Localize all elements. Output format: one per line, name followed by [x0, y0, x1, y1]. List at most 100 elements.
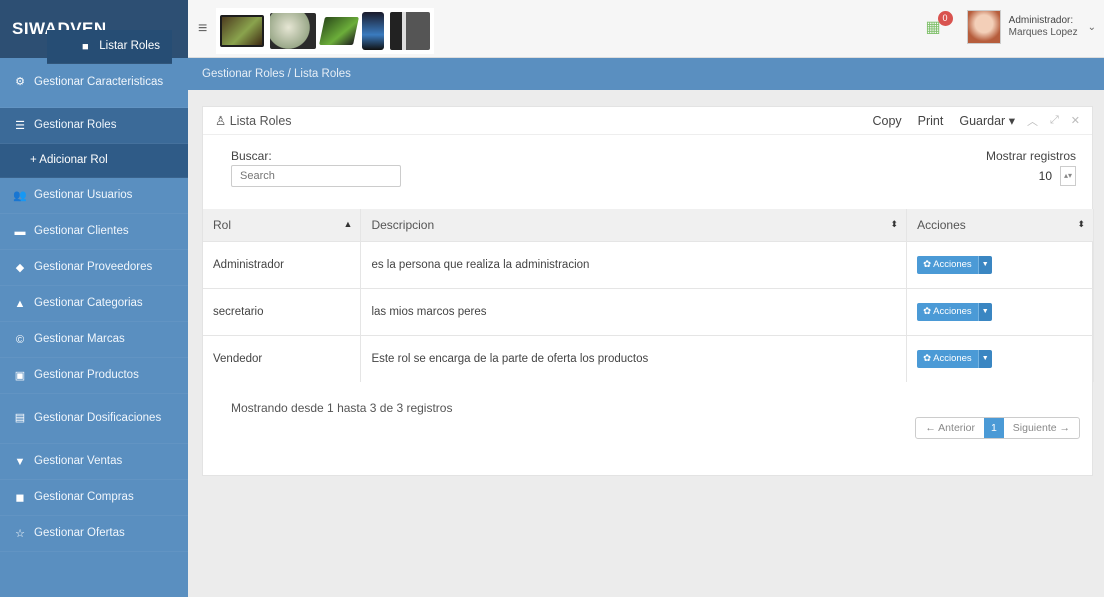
- column-header-descripcion[interactable]: Descripcion ⬍: [360, 209, 908, 241]
- user-menu[interactable]: Administrador: Marques Lopez: [1009, 15, 1078, 39]
- caret-down-icon[interactable]: ▼: [977, 255, 992, 274]
- sort-asc-icon: ▲: [343, 219, 353, 229]
- table-icon: ☰: [15, 120, 25, 132]
- group-icon: ◆: [15, 262, 25, 274]
- expand-icon[interactable]: ⤢: [1050, 114, 1059, 127]
- copy-button[interactable]: Copy: [872, 114, 901, 128]
- pagination-page-current[interactable]: 1: [983, 418, 1004, 438]
- sidebar-item-label: Gestionar Clientes: [34, 224, 129, 237]
- column-header-label: Acciones: [917, 217, 966, 232]
- users-icon: 👥: [13, 190, 27, 202]
- sidebar-item-ventas[interactable]: ▼ Gestionar Ventas: [0, 444, 188, 480]
- actions-button[interactable]: ✿ Acciones: [917, 302, 978, 321]
- page-size-label: Mostrar registros: [985, 149, 1076, 163]
- table-row: secretario las mios marcos peres ✿ Accio…: [203, 288, 1094, 335]
- sidebar-item-label: Gestionar Productos: [34, 368, 139, 381]
- sidebar-item-marcas[interactable]: © Gestionar Marcas: [0, 322, 188, 358]
- actions-button[interactable]: ✿ Acciones: [917, 349, 978, 368]
- table-filters: Buscar: Mostrar registros 10 ▴▾: [203, 135, 1092, 199]
- product-banner: [216, 8, 434, 54]
- product-thumbnail: [270, 13, 316, 49]
- image-icon: ▣: [14, 370, 26, 382]
- search-input[interactable]: [231, 165, 401, 187]
- product-thumbnail: [220, 15, 264, 47]
- sidebar-item-compras[interactable]: ◼ Gestionar Compras: [0, 480, 188, 516]
- top-header: ≡ ▦ 0 Administrador: Marques Lopez ⌄: [188, 0, 1104, 58]
- roles-table: Rol ▲ Descripcion ⬍ Acciones ⬍ Administrado…: [203, 209, 1094, 382]
- gears-icon: ⚙: [15, 76, 25, 89]
- actions-button-group: ✿ Acciones ▼: [917, 349, 992, 368]
- actions-button[interactable]: ✿ Acciones: [917, 255, 978, 274]
- user-icon: ♙: [215, 114, 230, 128]
- sidebar-item-adicionar-rol[interactable]: + Adicionar Rol: [0, 144, 188, 178]
- sidebar-item-caracteristicas[interactable]: ⚙ Gestionar Caracteristicas: [0, 58, 188, 108]
- sidebar-item-label: Gestionar Caracteristicas: [34, 76, 164, 89]
- cell-acciones: ✿ Acciones ▼: [906, 241, 1094, 288]
- product-thumbnail: [390, 12, 430, 50]
- column-header-rol[interactable]: Rol ▲: [203, 209, 362, 241]
- save-dropdown-button[interactable]: Guardar ▾: [959, 113, 1015, 128]
- search-label: Buscar:: [231, 149, 272, 163]
- product-thumbnail: [319, 17, 359, 45]
- cell-acciones: ✿ Acciones ▼: [906, 288, 1094, 335]
- sidebar-item-label: Gestionar Categorias: [34, 296, 143, 309]
- table-row: Administrador es la persona que realiza …: [203, 241, 1094, 288]
- sort-icon: ⬍: [1077, 219, 1085, 229]
- pagination-prev[interactable]: ← Anterior: [916, 418, 984, 438]
- sidebar-item-roles[interactable]: ☰ Gestionar Roles: [0, 108, 188, 144]
- column-header-acciones[interactable]: Acciones ⬍: [906, 209, 1094, 241]
- print-button[interactable]: Print: [918, 114, 944, 128]
- pagination-next[interactable]: Siguiente →: [1004, 418, 1079, 438]
- roles-panel: ♙ Lista Roles Copy Print Guardar ▾ ︿ ⤢ ✕…: [202, 106, 1094, 476]
- sidebar-item-dosificaciones[interactable]: ▤ Gestionar Dosificaciones: [0, 394, 188, 444]
- column-header-label: Rol: [213, 217, 232, 232]
- product-thumbnail: [362, 12, 384, 50]
- sidebar: SIWADVEN ▪▪ ⚙Gestionar Caracteristicas ☰…: [0, 0, 188, 597]
- collapse-icon[interactable]: ︿: [1027, 113, 1038, 129]
- sidebar-item-categorias[interactable]: ▲ Gestionar Categorias: [0, 286, 188, 322]
- column-header-label: Descripcion: [371, 217, 435, 232]
- breadcrumb: Gestionar Roles / Lista Roles: [188, 58, 1104, 90]
- sidebar-item-label: Gestionar Compras: [34, 490, 134, 503]
- notification-badge: 0: [937, 11, 953, 26]
- sidebar-item-clientes[interactable]: ▬ Gestionar Clientes: [0, 214, 188, 250]
- sidebar-item-label: Gestionar Ofertas: [34, 526, 125, 539]
- cell-descripcion: Este rol se encarga de la parte de ofert…: [360, 335, 908, 382]
- menu-toggle-icon[interactable]: ≡: [198, 20, 207, 38]
- sidebar-item-ofertas[interactable]: ☆ Gestionar Ofertas: [0, 516, 188, 552]
- list-icon: ■: [81, 40, 89, 53]
- user-area: ▦ 0 Administrador: Marques Lopez ⌄: [926, 10, 1096, 44]
- chevron-down-icon[interactable]: ⌄: [1088, 22, 1096, 33]
- page-size-value: 10: [1038, 169, 1052, 183]
- cell-descripcion: las mios marcos peres: [360, 288, 908, 335]
- panel-title: Lista Roles: [229, 114, 292, 128]
- panel-header: ♙ Lista Roles Copy Print Guardar ▾ ︿ ⤢ ✕: [203, 107, 1092, 135]
- pagination: ← Anterior 1 Siguiente →: [915, 417, 1080, 439]
- caret-down-icon[interactable]: ▼: [977, 302, 992, 321]
- page-size-select[interactable]: 10 ▴▾: [1031, 165, 1076, 187]
- sidebar-item-usuarios[interactable]: 👥 Gestionar Usuarios: [0, 178, 188, 214]
- copyright-icon: ©: [15, 333, 25, 346]
- sidebar-item-label: Listar Roles: [99, 39, 160, 52]
- panel-title-wrap: ♙ Lista Roles: [215, 113, 856, 128]
- select-arrow-icon: ▴▾: [1060, 166, 1076, 186]
- sidebar-item-label: Gestionar Proveedores: [34, 260, 153, 273]
- sidebar-item-listar-roles[interactable]: ■ Listar Roles: [47, 30, 172, 64]
- sidebar-item-label: Gestionar Marcas: [34, 332, 125, 345]
- cart-icon: ▼: [14, 455, 26, 468]
- sidebar-item-proveedores[interactable]: ◆ Gestionar Proveedores: [0, 250, 188, 286]
- cell-rol: secretario: [203, 288, 362, 335]
- table-row: Vendedor Este rol se encarga de la parte…: [203, 335, 1094, 382]
- caret-down-icon[interactable]: ▼: [977, 349, 992, 368]
- user-role: Administrador:: [1008, 15, 1074, 26]
- sitemap-icon: ▲: [14, 297, 26, 310]
- sidebar-item-label: + Adicionar Rol: [30, 153, 108, 166]
- sidebar-item-label: Gestionar Dosificaciones: [34, 412, 162, 425]
- calendar-icon[interactable]: ▦ 0: [926, 11, 953, 37]
- sidebar-item-label: Gestionar Ventas: [34, 454, 123, 467]
- cell-rol: Vendedor: [203, 335, 362, 382]
- sort-icon: ⬍: [890, 219, 899, 229]
- avatar[interactable]: [966, 10, 1001, 44]
- close-icon[interactable]: ✕: [1071, 114, 1080, 127]
- sidebar-item-productos[interactable]: ▣ Gestionar Productos: [0, 358, 188, 394]
